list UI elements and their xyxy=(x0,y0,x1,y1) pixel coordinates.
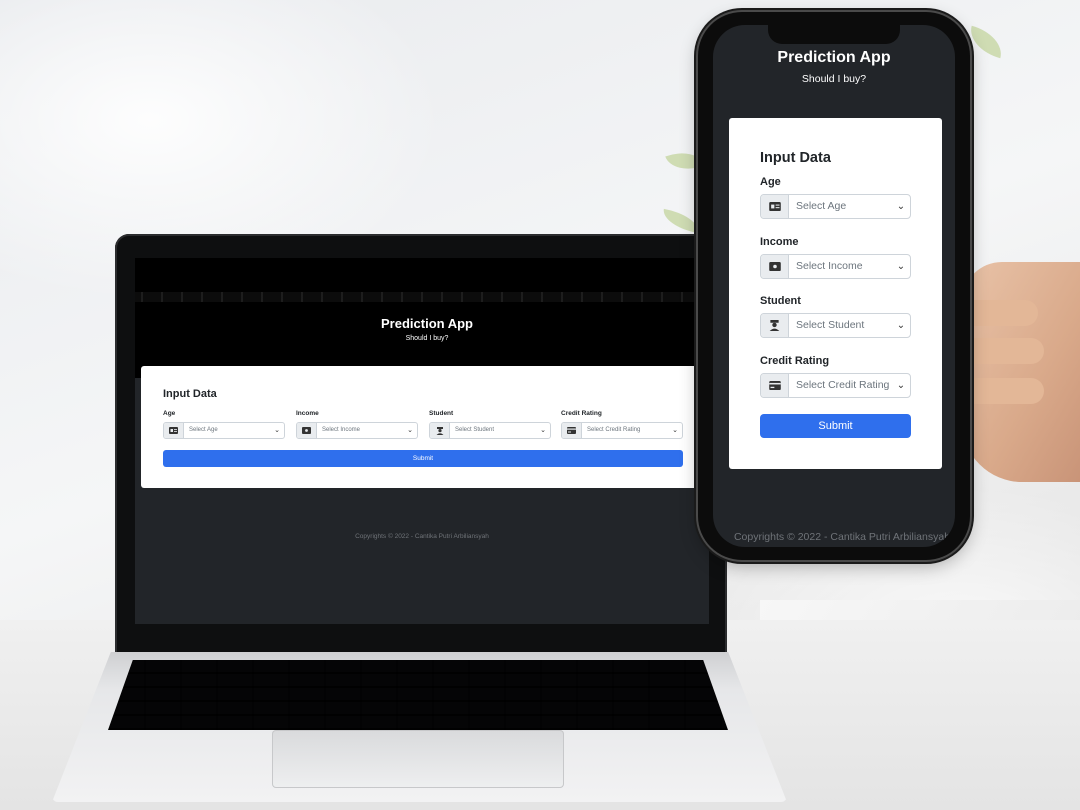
chevron-down-icon: ⌄ xyxy=(407,427,413,434)
credit-rating-select[interactable]: Select Credit Rating ⌄ xyxy=(760,373,911,398)
chevron-down-icon: ⌄ xyxy=(540,427,546,434)
hero-banner: Prediction App Should I buy? xyxy=(135,258,709,378)
hero-texture xyxy=(135,292,709,302)
student-label: Student xyxy=(760,295,801,307)
chevron-down-icon: ⌄ xyxy=(896,201,906,212)
credit-rating-label: Credit Rating xyxy=(561,410,602,417)
chevron-down-icon: ⌄ xyxy=(896,380,906,391)
form-title: Input Data xyxy=(760,150,831,166)
money-icon xyxy=(297,423,317,438)
income-label: Income xyxy=(760,236,799,248)
input-card: Input Data Age Select Age ⌄ Income Selec… xyxy=(141,366,703,488)
income-label: Income xyxy=(296,410,319,417)
credit-rating-select[interactable]: Select Credit Rating ⌄ xyxy=(561,422,683,439)
student-select-value: Select Student xyxy=(796,319,865,331)
money-icon xyxy=(761,255,789,278)
student-icon xyxy=(430,423,450,438)
student-field: Student Select Student ⌄ xyxy=(760,295,911,338)
income-select-value: Select Income xyxy=(322,427,361,433)
input-card: Input Data Age Select Age ⌄ Income Selec… xyxy=(729,118,942,469)
app-subtitle: Should I buy? xyxy=(801,73,867,85)
age-select-value: Select Age xyxy=(189,427,218,433)
laptop-trackpad xyxy=(272,730,564,788)
age-select[interactable]: Select Age ⌄ xyxy=(163,422,285,439)
chevron-down-icon: ⌄ xyxy=(896,320,906,331)
footer-copyright: Copyrights © 2022 - Cantika Putri Arbili… xyxy=(355,533,489,540)
laptop-keyboard xyxy=(108,660,728,730)
submit-button[interactable]: Submit xyxy=(163,450,683,467)
credit-rating-field: Credit Rating Select Credit Rating ⌄ xyxy=(561,410,683,439)
student-select[interactable]: Select Student ⌄ xyxy=(760,313,911,338)
age-label: Age xyxy=(760,176,781,188)
income-field: Income Select Income ⌄ xyxy=(296,410,418,439)
phone-screen: Prediction App Should I buy? Input Data … xyxy=(713,25,955,547)
student-icon xyxy=(761,314,789,337)
id-card-icon xyxy=(164,423,184,438)
id-card-icon xyxy=(761,195,789,218)
phone-notch xyxy=(768,22,900,44)
laptop-screen: Prediction App Should I buy? Input Data … xyxy=(135,258,709,624)
student-label: Student xyxy=(429,410,454,417)
credit-rating-select-value: Select Credit Rating xyxy=(587,427,641,433)
app-subtitle: Should I buy? xyxy=(405,335,449,342)
age-select-value: Select Age xyxy=(796,200,847,212)
student-select[interactable]: Select Student ⌄ xyxy=(429,422,551,439)
app-title: Prediction App xyxy=(777,49,891,66)
app-title: Prediction App xyxy=(381,316,473,331)
student-field: Student Select Student ⌄ xyxy=(429,410,551,439)
age-field: Age Select Age ⌄ xyxy=(163,410,285,439)
credit-card-icon xyxy=(761,374,789,397)
finger xyxy=(962,378,1044,404)
hand xyxy=(962,262,1080,482)
credit-rating-select-value: Select Credit Rating xyxy=(796,379,890,391)
income-select-value: Select Income xyxy=(796,260,863,272)
age-label: Age xyxy=(163,410,176,417)
credit-card-icon xyxy=(562,423,582,438)
income-select[interactable]: Select Income ⌄ xyxy=(760,254,911,279)
footer-copyright: Copyrights © 2022 - Cantika Putri Arbili… xyxy=(733,531,951,543)
income-select[interactable]: Select Income ⌄ xyxy=(296,422,418,439)
income-field: Income Select Income ⌄ xyxy=(760,236,911,279)
chevron-down-icon: ⌄ xyxy=(274,427,280,434)
credit-rating-label: Credit Rating xyxy=(760,355,830,367)
form-title: Input Data xyxy=(163,388,217,400)
credit-rating-field: Credit Rating Select Credit Rating ⌄ xyxy=(760,355,911,398)
age-select[interactable]: Select Age ⌄ xyxy=(760,194,911,219)
age-field: Age Select Age ⌄ xyxy=(760,176,911,219)
chevron-down-icon: ⌄ xyxy=(672,427,678,434)
finger xyxy=(958,300,1038,326)
student-select-value: Select Student xyxy=(455,427,495,433)
finger xyxy=(960,338,1044,364)
chevron-down-icon: ⌄ xyxy=(896,261,906,272)
submit-button[interactable]: Submit xyxy=(760,414,911,438)
